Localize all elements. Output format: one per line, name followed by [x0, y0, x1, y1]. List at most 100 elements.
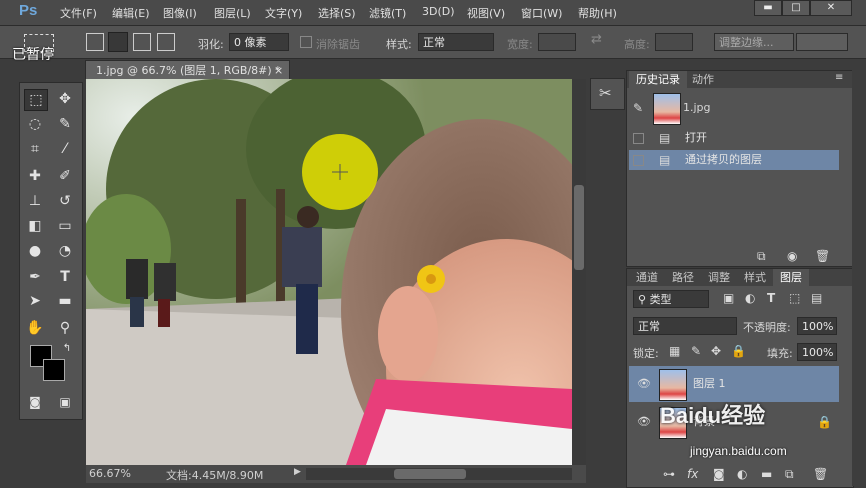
zoom-level[interactable]: 66.67% — [89, 467, 131, 480]
menu-view[interactable]: 视图(V) — [467, 5, 505, 21]
menu-type[interactable]: 文字(Y) — [265, 5, 302, 21]
lasso-tool-icon[interactable]: ◌ — [24, 114, 46, 134]
add-to-selection-icon[interactable] — [108, 32, 128, 52]
subtract-selection-icon[interactable] — [133, 33, 151, 51]
tab-channels[interactable]: 通道 — [629, 269, 665, 286]
tab-styles[interactable]: 样式 — [737, 269, 773, 286]
panel-dock-scrollbar[interactable] — [852, 70, 866, 486]
swap-colors-icon[interactable]: ↰ — [56, 339, 78, 359]
gradient-tool-icon[interactable]: ▭ — [54, 216, 76, 236]
quick-mask-icon[interactable]: ◙ — [24, 392, 46, 412]
menu-layer[interactable]: 图层(L) — [214, 5, 251, 21]
swap-icon[interactable]: ⇄ — [591, 32, 602, 47]
opacity-input[interactable]: 100% — [797, 317, 837, 335]
blur-tool-icon[interactable]: ● — [24, 241, 46, 261]
new-group-icon[interactable]: ▬ — [761, 467, 772, 481]
link-layers-icon[interactable]: ⊶ — [663, 467, 675, 481]
lock-pixels-icon[interactable]: ✎ — [691, 344, 701, 358]
tab-actions[interactable]: 动作 — [685, 71, 721, 88]
tab-history[interactable]: 历史记录 — [629, 71, 687, 88]
filter-type-icon[interactable]: T — [767, 291, 775, 305]
antialias-checkbox[interactable] — [300, 36, 312, 48]
brush-tool-icon[interactable]: ✐ — [54, 166, 76, 186]
fx-icon[interactable]: fx — [687, 467, 698, 481]
style-select[interactable]: 正常 — [418, 33, 494, 51]
height-input[interactable] — [655, 33, 693, 51]
status-menu-arrow-icon[interactable]: ▶ — [294, 467, 301, 477]
move-tool-icon[interactable]: ✥ — [54, 89, 76, 109]
menu-help[interactable]: 帮助(H) — [578, 5, 617, 21]
eraser-tool-icon[interactable]: ◧ — [24, 216, 46, 236]
new-selection-icon[interactable] — [86, 33, 104, 51]
filter-shape-icon[interactable]: ⬚ — [789, 291, 800, 305]
trash-icon[interactable]: 🗑 — [815, 249, 830, 263]
eyedropper-tool-icon[interactable]: ⁄ — [54, 139, 76, 159]
healing-brush-tool-icon[interactable]: ✚ — [24, 166, 46, 186]
zoom-tool-icon[interactable]: ⚲ — [54, 318, 76, 338]
layer-row[interactable]: 👁 图层 1 — [629, 366, 839, 402]
vertical-scroll-thumb[interactable] — [574, 185, 584, 270]
blend-mode-select[interactable]: 正常 — [633, 317, 737, 335]
panel-menu-icon[interactable]: ≡ — [835, 72, 843, 83]
clone-stamp-tool-icon[interactable]: ⊥ — [24, 191, 46, 211]
filter-pixel-icon[interactable]: ▣ — [723, 291, 734, 305]
tools-panel: ⬚ ✥ ◌ ✎ ⌗ ⁄ ✚ ✐ ⊥ ↺ ◧ ▭ ● ◔ ✒ T ➤ ▬ ✋ ⚲ … — [19, 82, 83, 420]
history-snapshot[interactable]: ✎ 1.jpg — [629, 91, 839, 127]
history-item[interactable]: ▤ 打开 — [629, 128, 839, 148]
menu-image[interactable]: 图像(I) — [163, 5, 197, 21]
width-input[interactable] — [538, 33, 576, 51]
background-color-swatch[interactable] — [43, 359, 65, 381]
visibility-eye-icon[interactable]: 👁 — [637, 366, 651, 402]
history-item-selected[interactable]: ▤ 通过拷贝的图层 — [629, 150, 839, 170]
maximize-button[interactable]: □ — [782, 0, 810, 16]
quick-select-tool-icon[interactable]: ✎ — [54, 114, 76, 134]
history-brush-source-icon[interactable]: ✎ — [633, 101, 643, 115]
lock-transparency-icon[interactable]: ▦ — [669, 344, 680, 358]
history-brush-tool-icon[interactable]: ↺ — [54, 191, 76, 211]
menu-3d[interactable]: 3D(D) — [422, 5, 455, 18]
menu-edit[interactable]: 编辑(E) — [112, 5, 150, 21]
close-button[interactable]: ✕ — [810, 0, 852, 16]
photoshop-logo: Ps — [19, 2, 38, 19]
lock-all-icon[interactable]: 🔒 — [731, 344, 746, 358]
menu-window[interactable]: 窗口(W) — [521, 5, 562, 21]
hand-tool-icon[interactable]: ✋ — [24, 318, 46, 338]
fill-input[interactable]: 100% — [797, 343, 837, 361]
rect-marquee-tool-icon[interactable]: ⬚ — [24, 89, 48, 111]
delete-layer-icon[interactable]: 🗑 — [813, 467, 828, 481]
layer-filter-select[interactable]: ⚲ 类型 — [633, 290, 709, 308]
visibility-eye-icon[interactable]: 👁 — [637, 404, 651, 440]
close-tab-icon[interactable]: × — [274, 61, 283, 80]
camera-icon[interactable]: ◉ — [787, 249, 797, 263]
workspace-select[interactable] — [796, 33, 848, 51]
minimize-button[interactable]: ▬ — [754, 0, 782, 16]
tools-icon[interactable]: ✂ — [599, 84, 612, 102]
filter-adjust-icon[interactable]: ◐ — [745, 291, 755, 305]
new-layer-icon[interactable]: ⧉ — [785, 467, 794, 482]
document-canvas[interactable] — [86, 79, 572, 465]
crop-tool-icon[interactable]: ⌗ — [24, 139, 46, 159]
tab-paths[interactable]: 路径 — [665, 269, 701, 286]
tab-layers[interactable]: 图层 — [773, 269, 809, 286]
document-tab[interactable]: 1.jpg @ 66.7% (图层 1, RGB/8#) * × — [85, 60, 290, 79]
menu-file[interactable]: 文件(F) — [60, 5, 97, 21]
path-select-tool-icon[interactable]: ➤ — [24, 291, 46, 311]
horizontal-scroll-thumb[interactable] — [394, 469, 466, 479]
feather-input[interactable]: 0 像素 — [229, 33, 289, 51]
adjustment-layer-icon[interactable]: ◐ — [737, 467, 747, 481]
dodge-tool-icon[interactable]: ◔ — [54, 241, 76, 261]
tab-adjustments[interactable]: 调整 — [701, 269, 737, 286]
refine-edge-button[interactable]: 调整边缘... — [714, 33, 794, 51]
lock-position-icon[interactable]: ✥ — [711, 344, 721, 358]
new-document-from-state-icon[interactable]: ⧉ — [757, 249, 766, 264]
vertical-scrollbar[interactable] — [572, 79, 586, 465]
rectangle-tool-icon[interactable]: ▬ — [54, 291, 76, 311]
menu-select[interactable]: 选择(S) — [318, 5, 356, 21]
pen-tool-icon[interactable]: ✒ — [24, 267, 46, 287]
type-tool-icon[interactable]: T — [54, 267, 76, 287]
intersect-selection-icon[interactable] — [157, 33, 175, 51]
filter-smart-icon[interactable]: ▤ — [811, 291, 822, 305]
screen-mode-icon[interactable]: ▣ — [54, 392, 76, 412]
add-mask-icon[interactable]: ◙ — [713, 467, 725, 481]
menu-filter[interactable]: 滤镜(T) — [369, 5, 406, 21]
